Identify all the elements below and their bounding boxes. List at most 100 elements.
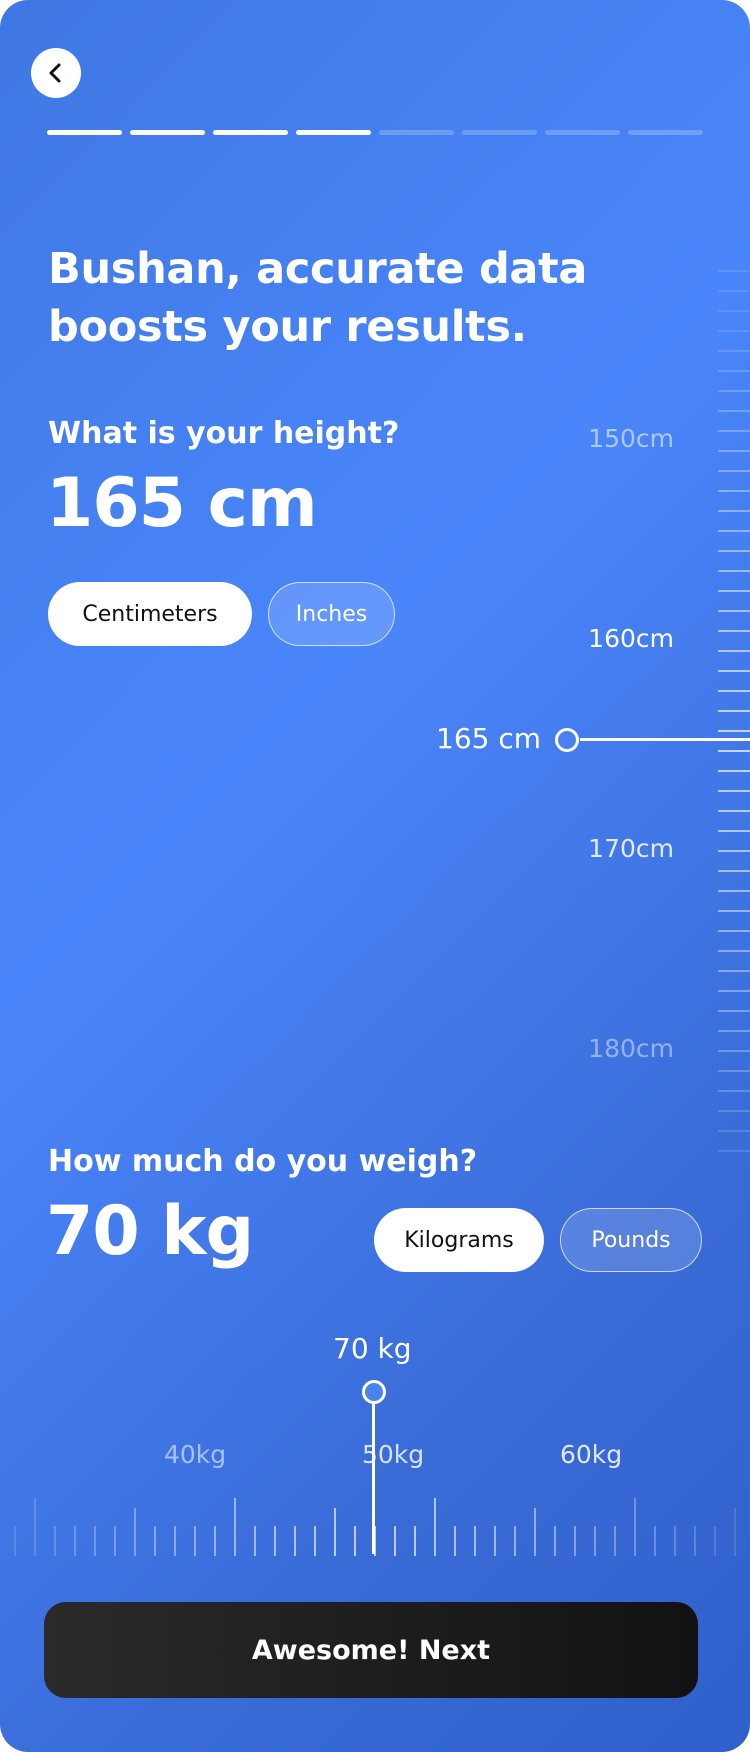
- ruler-tick: [718, 1010, 750, 1012]
- progress-step: [296, 130, 371, 135]
- ruler-tick: [294, 1526, 296, 1556]
- ruler-tick: [674, 1526, 676, 1556]
- ruler-tick: [718, 950, 750, 952]
- ruler-tick: [718, 710, 750, 712]
- ruler-tick: [718, 750, 750, 752]
- weight-indicator-label: 70 kg: [333, 1332, 412, 1365]
- back-button[interactable]: [31, 48, 81, 98]
- ruler-tick: [718, 330, 750, 332]
- ruler-tick: [134, 1508, 136, 1556]
- weight-ruler[interactable]: [0, 1490, 750, 1556]
- ruler-tick: [394, 1526, 396, 1556]
- progress-step: [213, 130, 288, 135]
- ruler-tick: [718, 550, 750, 552]
- ruler-tick: [718, 1070, 750, 1072]
- ruler-tick: [718, 850, 750, 852]
- ruler-tick: [734, 1508, 736, 1556]
- ruler-tick: [694, 1526, 696, 1556]
- ruler-tick: [718, 310, 750, 312]
- ruler-tick: [34, 1498, 36, 1556]
- ruler-tick: [234, 1498, 236, 1556]
- ruler-tick: [718, 890, 750, 892]
- weight-slider-knob[interactable]: [362, 1380, 386, 1404]
- ruler-tick: [514, 1526, 516, 1556]
- progress-step: [130, 130, 205, 135]
- progress-step: [47, 130, 122, 135]
- ruler-tick: [718, 470, 750, 472]
- ruler-tick: [718, 990, 750, 992]
- unit-pounds-button[interactable]: Pounds: [560, 1208, 702, 1272]
- ruler-tick: [254, 1526, 256, 1556]
- progress-step: [628, 130, 703, 135]
- ruler-tick: [374, 1526, 376, 1556]
- ruler-tick: [634, 1498, 636, 1556]
- ruler-tick: [314, 1526, 316, 1556]
- ruler-tick: [718, 490, 750, 492]
- unit-inches-button[interactable]: Inches: [268, 582, 395, 646]
- ruler-tick: [718, 610, 750, 612]
- height-indicator-line: [580, 738, 750, 741]
- ruler-tick: [718, 630, 750, 632]
- ruler-tick: [718, 410, 750, 412]
- ruler-tick: [718, 930, 750, 932]
- ruler-tick: [718, 370, 750, 372]
- ruler-label-160: 160cm: [588, 624, 674, 653]
- ruler-tick: [654, 1526, 656, 1556]
- ruler-tick: [718, 1130, 750, 1132]
- progress-step: [379, 130, 454, 135]
- ruler-tick: [74, 1526, 76, 1556]
- next-button[interactable]: Awesome! Next: [44, 1602, 698, 1698]
- ruler-tick: [614, 1526, 616, 1556]
- ruler-label-180: 180cm: [588, 1034, 674, 1063]
- ruler-tick: [334, 1508, 336, 1556]
- ruler-tick: [194, 1526, 196, 1556]
- ruler-tick: [718, 350, 750, 352]
- ruler-tick: [114, 1526, 116, 1556]
- page-title: Bushan, accurate data boosts your result…: [48, 244, 588, 352]
- ruler-tick: [718, 1110, 750, 1112]
- ruler-tick: [454, 1526, 456, 1556]
- height-value: 165 cm: [46, 464, 318, 543]
- ruler-tick: [718, 1090, 750, 1092]
- ruler-tick: [14, 1526, 16, 1556]
- ruler-tick: [534, 1508, 536, 1556]
- ruler-label-170: 170cm: [588, 834, 674, 863]
- chevron-left-icon: [49, 63, 61, 83]
- height-slider-knob[interactable]: [555, 728, 579, 752]
- height-ruler[interactable]: [680, 270, 750, 1170]
- ruler-tick: [574, 1526, 576, 1556]
- ruler-tick: [54, 1526, 56, 1556]
- unit-kilograms-button[interactable]: Kilograms: [374, 1208, 544, 1272]
- progress-step: [462, 130, 537, 135]
- ruler-tick: [594, 1526, 596, 1556]
- ruler-tick: [414, 1526, 416, 1556]
- ruler-tick: [718, 590, 750, 592]
- ruler-tick: [718, 1030, 750, 1032]
- ruler-tick: [718, 530, 750, 532]
- ruler-tick: [474, 1526, 476, 1556]
- ruler-tick: [274, 1526, 276, 1556]
- ruler-label-60: 60kg: [560, 1440, 623, 1469]
- ruler-tick: [494, 1526, 496, 1556]
- ruler-tick: [554, 1526, 556, 1556]
- ruler-tick: [718, 830, 750, 832]
- ruler-tick: [718, 570, 750, 572]
- ruler-tick: [718, 790, 750, 792]
- ruler-tick: [718, 1150, 750, 1152]
- onboarding-screen: Bushan, accurate data boosts your result…: [0, 0, 750, 1752]
- ruler-tick: [718, 770, 750, 772]
- ruler-label-150: 150cm: [588, 424, 674, 453]
- height-question: What is your height?: [48, 416, 400, 451]
- ruler-tick: [718, 510, 750, 512]
- unit-centimeters-button[interactable]: Centimeters: [48, 582, 252, 646]
- ruler-tick: [718, 730, 750, 732]
- weight-question: How much do you weigh?: [48, 1144, 478, 1179]
- ruler-tick: [718, 670, 750, 672]
- ruler-tick: [718, 430, 750, 432]
- ruler-tick: [718, 270, 750, 272]
- ruler-tick: [354, 1526, 356, 1556]
- ruler-tick: [174, 1526, 176, 1556]
- ruler-tick: [714, 1526, 716, 1556]
- ruler-tick: [718, 650, 750, 652]
- ruler-tick: [94, 1526, 96, 1556]
